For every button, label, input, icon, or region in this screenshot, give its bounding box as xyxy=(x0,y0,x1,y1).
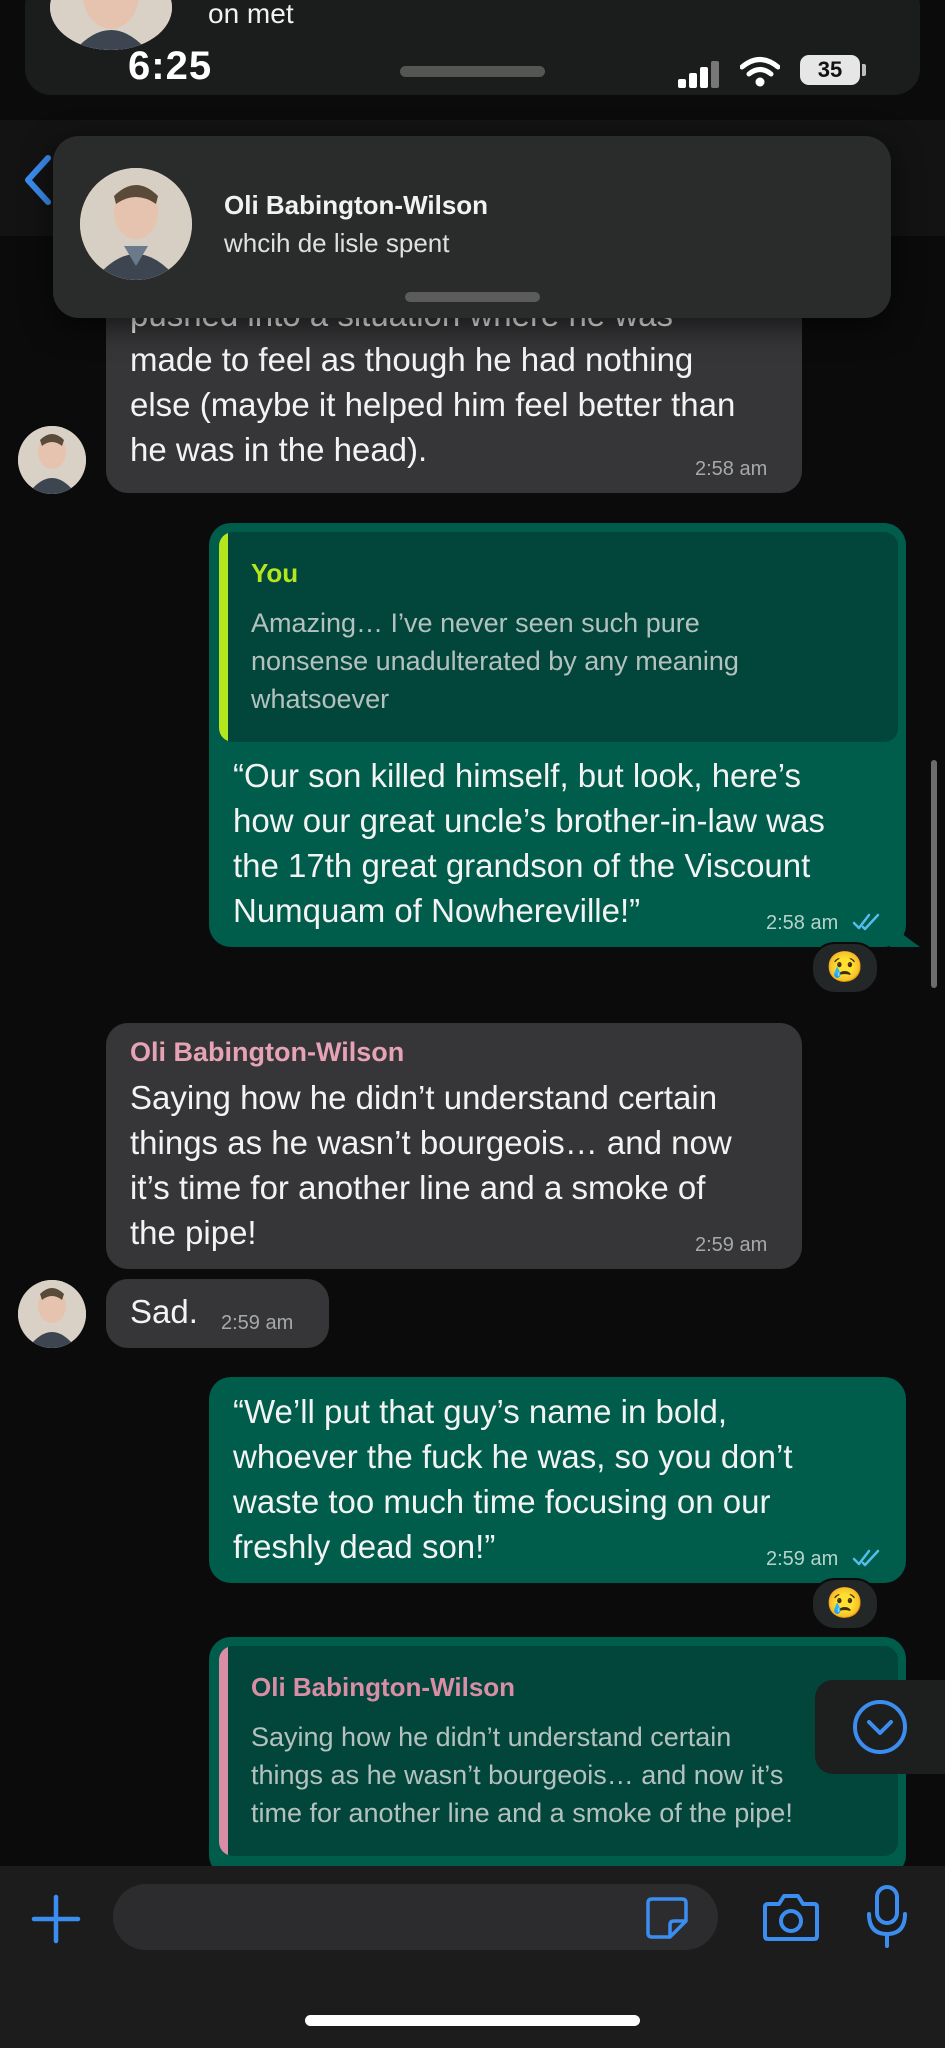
quoted-message[interactable]: You Amazing… I’ve never seen such pure n… xyxy=(219,532,898,742)
message-text: pushed into a situation where he was mad… xyxy=(130,300,736,468)
status-preview-text: on met xyxy=(208,0,294,29)
message-text: Sad. xyxy=(130,1293,198,1330)
scrollbar[interactable] xyxy=(931,760,937,988)
avatar[interactable] xyxy=(18,1280,86,1348)
banner-handle xyxy=(405,292,540,302)
camera-icon[interactable] xyxy=(762,1890,820,1944)
reaction-badge[interactable]: 😢 xyxy=(811,942,879,994)
notification-sender: Oli Babington-Wilson xyxy=(224,190,489,220)
message-time: 2:59 am xyxy=(695,1234,768,1256)
chevron-down-circle-icon xyxy=(853,1700,907,1754)
island-handle xyxy=(400,66,545,77)
plus-icon[interactable] xyxy=(30,1893,82,1945)
read-ticks-icon xyxy=(852,913,880,931)
avatar[interactable] xyxy=(18,426,86,494)
wifi-icon xyxy=(740,57,780,87)
clock: 6:25 xyxy=(128,44,213,88)
quote-text: Saying how he didn’t understand certain … xyxy=(251,1722,793,1828)
scroll-to-bottom-button[interactable] xyxy=(815,1680,945,1774)
battery-indicator: 35 xyxy=(800,55,860,85)
quote-author: Oli Babington-Wilson xyxy=(251,1672,516,1702)
microphone-icon[interactable] xyxy=(864,1884,910,1950)
message-time: 2:59 am xyxy=(766,1548,839,1570)
message-text: “We’ll put that guy’s name in bold, whoe… xyxy=(233,1393,793,1565)
sticker-icon[interactable] xyxy=(644,1895,690,1941)
chevron-left-icon[interactable] xyxy=(18,150,58,210)
notification-message: whcih de lisle spent xyxy=(224,228,450,258)
message-text: Saying how he didn’t understand certain … xyxy=(130,1079,732,1251)
home-indicator xyxy=(305,2015,640,2026)
read-ticks-icon xyxy=(852,1549,880,1567)
quote-text: Amazing… I’ve never seen such pure nonse… xyxy=(251,608,739,714)
avatar xyxy=(80,168,192,280)
sender-name: Oli Babington-Wilson xyxy=(130,1037,405,1067)
message-time: 2:58 am xyxy=(766,912,839,934)
reaction-badge[interactable]: 😢 xyxy=(811,1578,879,1630)
message-time: 2:59 am xyxy=(221,1312,294,1334)
quoted-message[interactable]: Oli Babington-Wilson Saying how he didn’… xyxy=(219,1646,898,1856)
message-input[interactable] xyxy=(113,1884,718,1950)
message-text: “Our son killed himself, but look, here’… xyxy=(233,757,825,929)
message-time: 2:58 am xyxy=(695,458,768,480)
cellular-signal-icon xyxy=(678,60,722,88)
battery-tip xyxy=(862,64,866,76)
quote-author: You xyxy=(251,558,299,588)
